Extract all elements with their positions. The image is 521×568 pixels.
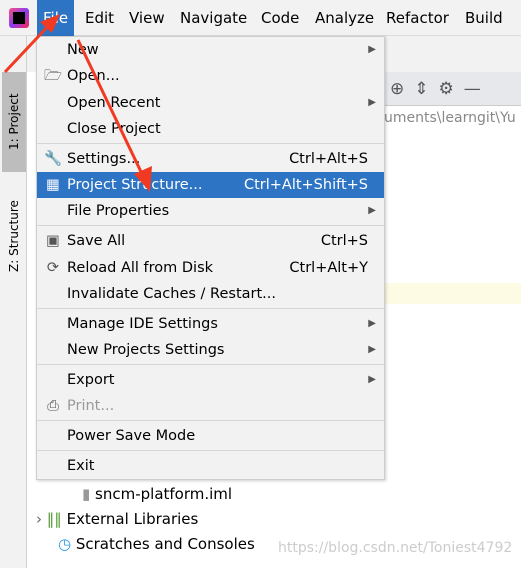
arrow-to-file [3, 20, 54, 74]
annotation-arrows [3, 14, 152, 192]
arrow-to-project-structure [76, 39, 145, 177]
arrow-head-project-structure [134, 166, 152, 192]
